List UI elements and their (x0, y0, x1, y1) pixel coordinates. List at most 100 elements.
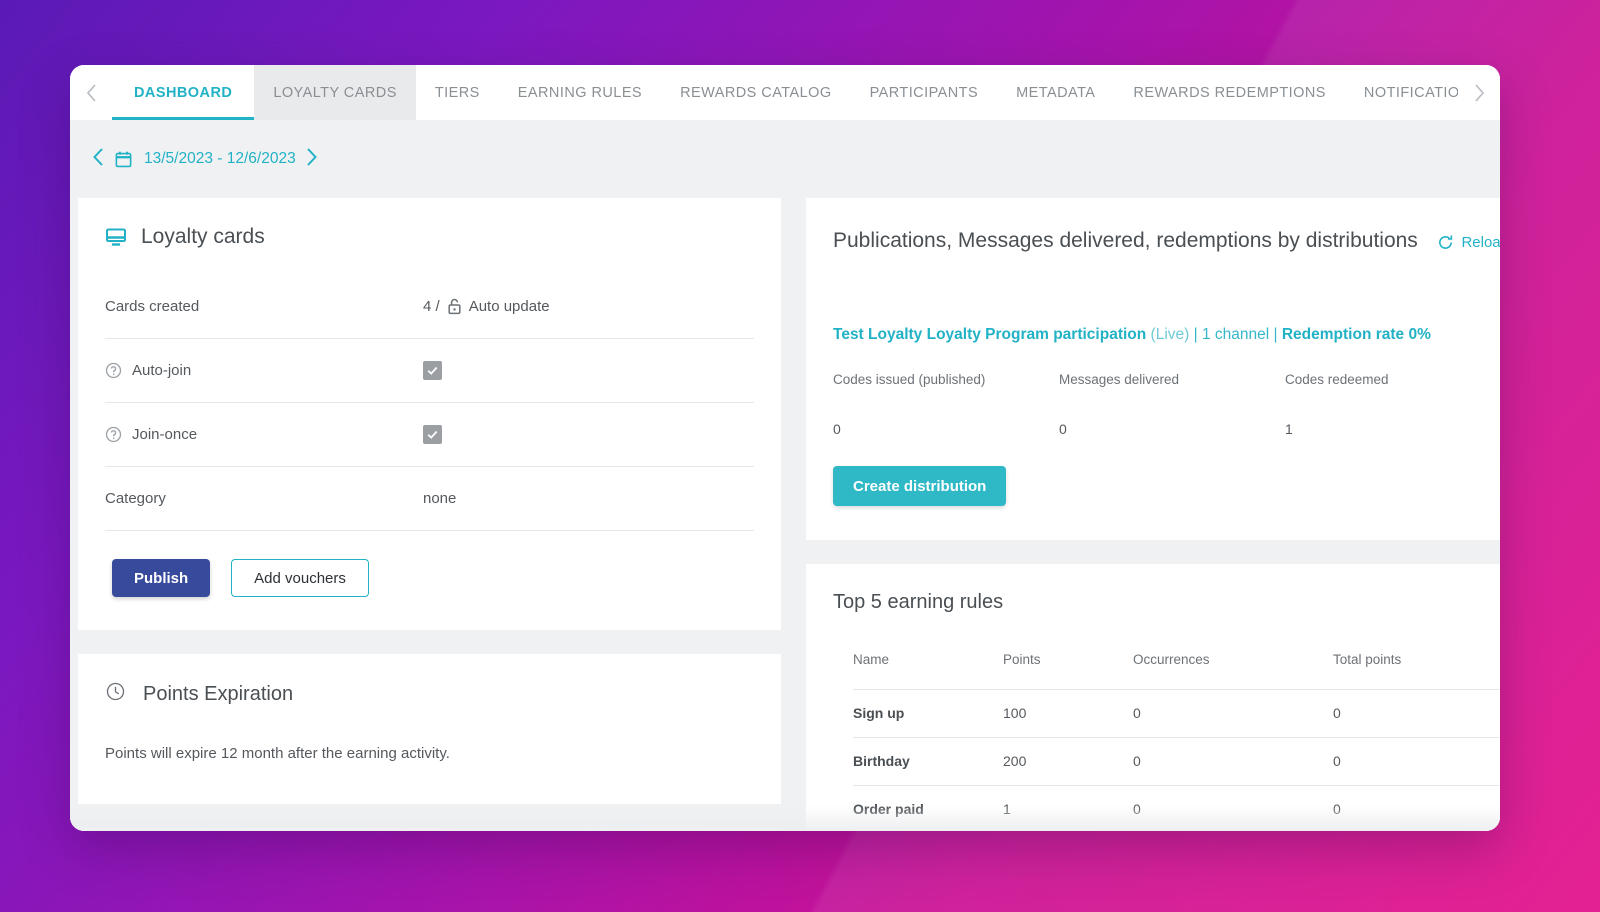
loyalty-cards-actions: Publish Add vouchers (105, 531, 754, 630)
tab-tiers[interactable]: TIERS (416, 65, 499, 120)
tab-label: REWARDS REDEMPTIONS (1133, 84, 1326, 101)
help-circle-icon[interactable] (105, 426, 122, 443)
calendar-icon[interactable] (114, 150, 133, 169)
tab-label: LOYALTY CARDS (273, 84, 397, 101)
add-vouchers-button[interactable]: Add vouchers (231, 559, 369, 597)
cell-name: Order paid (853, 785, 1003, 831)
tab-bar: DASHBOARD LOYALTY CARDS TIERS EARNING RU… (70, 65, 1500, 120)
row-label: Category (105, 490, 166, 507)
row-value (423, 361, 442, 380)
help-circle-icon[interactable] (105, 362, 122, 379)
create-distribution-button[interactable]: Create distribution (833, 466, 1007, 507)
table-row[interactable]: Order paid 1 0 0 (853, 785, 1500, 831)
tab-loyalty-cards[interactable]: LOYALTY CARDS (254, 65, 416, 120)
row-auto-join: Auto-join (105, 339, 754, 403)
date-range-bar: 13/5/2023 - 12/6/2023 (70, 120, 1500, 198)
date-next-button[interactable] (305, 147, 319, 172)
join-once-checkbox[interactable] (423, 425, 442, 444)
row-label-text: Auto-join (132, 362, 192, 379)
cell-name: Sign up (853, 689, 1003, 738)
cell-total-points: 0 (1333, 737, 1500, 786)
row-cards-created: Cards created 4 / Auto update (105, 275, 754, 339)
row-label-text: Join-once (132, 426, 198, 443)
points-summary-card: Points summary Total: 0 points (78, 828, 781, 831)
tab-dashboard[interactable]: DASHBOARD (112, 65, 255, 120)
earning-rules-table: Name Points Occurrences Total points Sig… (853, 652, 1500, 831)
tab-label: TIERS (434, 84, 480, 101)
points-expiration-body: Points will expire 12 month after the ea… (105, 745, 450, 762)
app-window: DASHBOARD LOYALTY CARDS TIERS EARNING RU… (70, 65, 1500, 831)
chevron-left-icon (91, 147, 105, 172)
points-summary-header: Points summary Total: 0 points (78, 828, 781, 831)
publish-button[interactable]: Publish (112, 559, 211, 597)
column-header-name: Name (853, 652, 890, 668)
chevron-right-icon (305, 147, 319, 172)
date-prev-button[interactable] (91, 147, 105, 172)
cell-occurrences: 0 (1133, 737, 1333, 786)
distribution-separator: | (1193, 326, 1198, 343)
stat-value: 0 (833, 421, 841, 438)
column-header-points: Points (1003, 652, 1041, 668)
cell-points: 1 (1003, 785, 1133, 831)
loyalty-cards-card: Loyalty cards Cards created 4 / Auto upd… (78, 198, 781, 630)
cell-total-points: 0 (1333, 785, 1500, 831)
row-label: Auto-join (105, 362, 423, 379)
stat-label: Messages delivered (1059, 372, 1180, 388)
cell-total-points: 0 (1333, 689, 1500, 738)
distribution-redemption-rate: Redemption rate 0% (1281, 326, 1431, 343)
tab-earning-rules[interactable]: EARNING RULES (499, 65, 661, 120)
row-join-once: Join-once (105, 403, 754, 467)
right-column: Publications, Messages delivered, redemp… (806, 198, 1500, 831)
loyalty-card-icon (105, 226, 127, 248)
loyalty-cards-title: Loyalty cards (141, 225, 265, 248)
date-range-value[interactable]: 13/5/2023 - 12/6/2023 (144, 150, 296, 168)
tab-rewards-redemptions[interactable]: REWARDS REDEMPTIONS (1114, 65, 1345, 120)
table-row[interactable]: Sign up 100 0 0 (853, 689, 1500, 738)
tab-metadata[interactable]: METADATA (997, 65, 1114, 120)
reload-label: Reload (1461, 234, 1500, 251)
left-column: Loyalty cards Cards created 4 / Auto upd… (78, 198, 781, 831)
category-value: none (423, 490, 457, 507)
cell-points: 200 (1003, 737, 1133, 786)
auto-update-label: Auto update (468, 298, 550, 315)
earning-rules-title: Top 5 earning rules (833, 591, 1004, 614)
cards-created-count: 4 / (423, 298, 440, 315)
table-header: Name Points Occurrences Total points (853, 652, 1500, 690)
clock-icon (105, 681, 126, 707)
tab-label: NOTIFICATIONS (1363, 84, 1458, 101)
stat-label: Codes issued (published) (833, 372, 986, 388)
stat-value: 0 (1059, 421, 1067, 438)
distribution-state: (Live) (1150, 326, 1190, 343)
table-body: Sign up 100 0 0 Birthday 200 0 0 Order p… (853, 689, 1500, 831)
tab-label: DASHBOARD (134, 84, 233, 101)
tab-list: DASHBOARD LOYALTY CARDS TIERS EARNING RU… (112, 65, 1458, 120)
page-content: 13/5/2023 - 12/6/2023 Loyalty cards Card… (70, 120, 1500, 831)
distribution-link-row: Test Loyalty Loyalty Program participati… (833, 253, 1500, 345)
auto-join-checkbox[interactable] (423, 361, 442, 380)
tabs-scroll-left-button[interactable] (70, 65, 112, 120)
tab-rewards-catalog[interactable]: REWARDS CATALOG (661, 65, 851, 120)
points-expiration-header: Points Expiration (105, 681, 754, 707)
table-row[interactable]: Birthday 200 0 0 (853, 737, 1500, 786)
loyalty-cards-header: Loyalty cards (105, 225, 754, 249)
row-value: 4 / Auto update (423, 298, 550, 315)
stat-codes-redeemed: Codes redeemed 1 (1285, 372, 1500, 437)
tab-label: REWARDS CATALOG (680, 84, 832, 101)
stat-value: 1 (1285, 421, 1293, 438)
reload-button[interactable]: Reload (1437, 229, 1500, 251)
cell-points: 100 (1003, 689, 1133, 738)
stat-messages-delivered: Messages delivered 0 (1059, 372, 1285, 437)
unlock-icon[interactable] (447, 298, 462, 315)
row-category: Category none (105, 467, 754, 531)
tab-notifications[interactable]: NOTIFICATIONS (1345, 65, 1458, 120)
tab-participants[interactable]: PARTICIPANTS (851, 65, 998, 120)
tab-label: METADATA (1016, 84, 1096, 101)
row-label: Join-once (105, 426, 423, 443)
create-distribution-row: Create distribution (833, 437, 1500, 540)
stat-label: Codes redeemed (1285, 372, 1389, 388)
stat-codes-issued: Codes issued (published) 0 (833, 372, 1059, 437)
distribution-name-link[interactable]: Test Loyalty Loyalty Program participati… (833, 326, 1146, 343)
distributions-header: Publications, Messages delivered, redemp… (833, 225, 1500, 253)
tabs-scroll-right-button[interactable] (1458, 65, 1500, 120)
chevron-left-icon (85, 83, 98, 103)
